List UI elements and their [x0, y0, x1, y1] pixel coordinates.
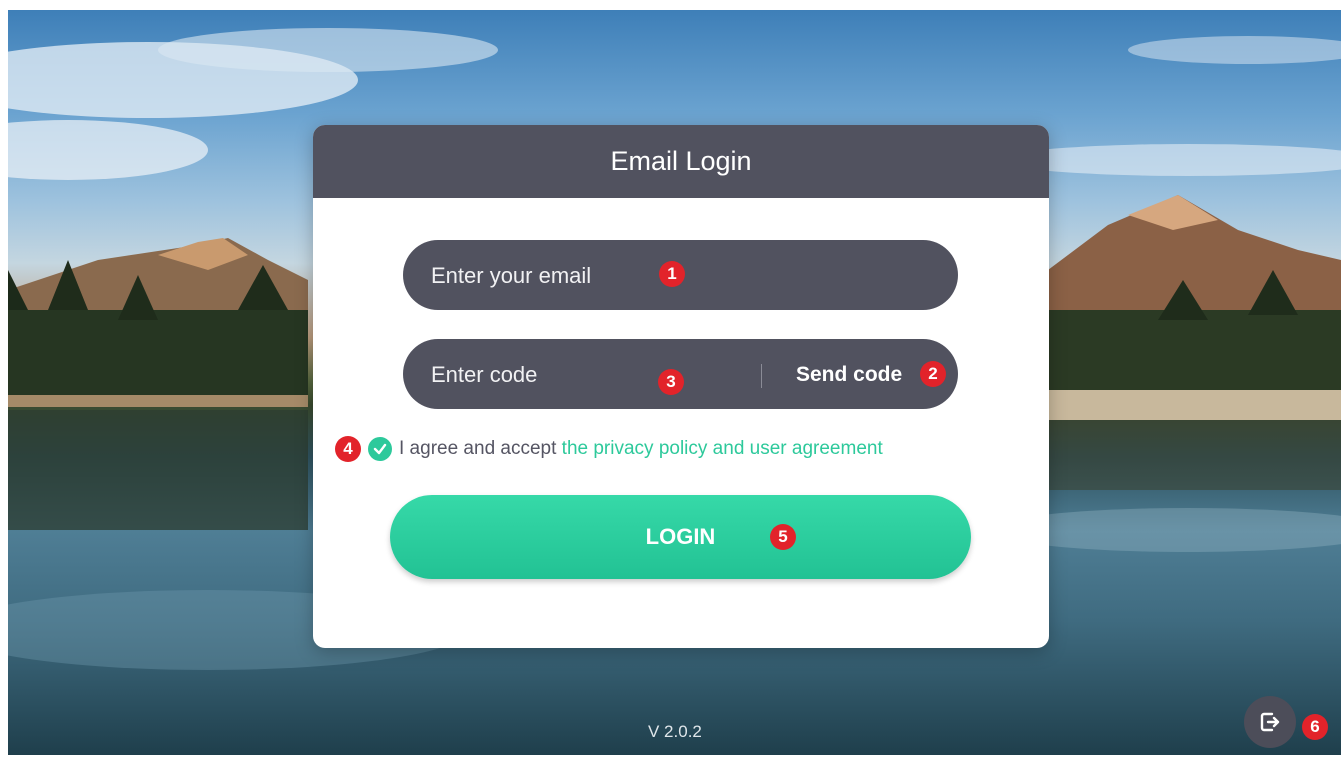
exit-icon: [1260, 712, 1280, 732]
send-code-button[interactable]: Send code: [796, 363, 902, 387]
email-placeholder: Enter your email: [431, 263, 592, 288]
exit-button[interactable]: [1244, 696, 1296, 748]
login-label: LOGIN: [645, 524, 716, 549]
agreement-text: I agree and accept the privacy policy an…: [399, 438, 883, 460]
annotation-badge-5: 5: [770, 524, 796, 550]
code-input[interactable]: Enter code 3 Send code 2: [403, 339, 958, 409]
privacy-policy-link[interactable]: the privacy policy and user agreement: [562, 438, 883, 459]
code-placeholder: Enter code: [431, 362, 538, 387]
annotation-badge-6: 6: [1302, 714, 1328, 740]
agreement-row: 4 I agree and accept the privacy policy …: [313, 435, 1049, 465]
login-button[interactable]: LOGIN 5: [390, 495, 971, 579]
agreement-label: I agree and accept: [399, 438, 562, 459]
checkmark-icon[interactable]: [368, 437, 392, 461]
dialog-header: Email Login: [313, 125, 1049, 198]
version-label: V 2.0.2: [648, 722, 702, 741]
annotation-badge-1: 1: [659, 261, 685, 287]
field-divider: [761, 364, 762, 388]
annotation-badge-4: 4: [335, 436, 361, 462]
email-input[interactable]: Enter your email 1: [403, 240, 958, 310]
email-login-dialog: Email Login Enter your email 1 Enter cod…: [313, 125, 1049, 648]
dialog-title: Email Login: [610, 146, 752, 176]
annotation-badge-2: 2: [920, 361, 946, 387]
annotation-badge-3: 3: [658, 369, 684, 395]
